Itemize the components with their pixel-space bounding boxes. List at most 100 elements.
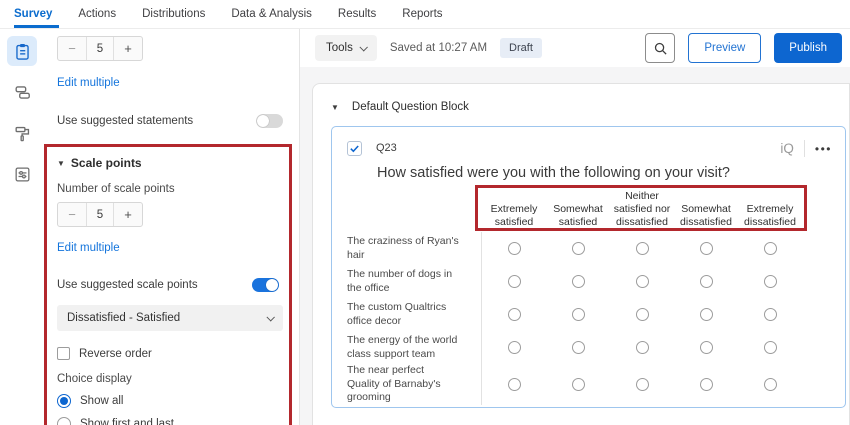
autosave-status: Saved at 10:27 AM xyxy=(390,42,487,54)
matrix-radio[interactable] xyxy=(572,378,585,391)
scale-points-section-header[interactable]: ▼ Scale points xyxy=(57,156,279,170)
chevron-down-icon xyxy=(359,43,367,51)
edit-multiple-scale-points-link[interactable]: Edit multiple xyxy=(57,242,120,254)
question-card-q23[interactable]: Q23 iQ ••• How satisfied were you with t… xyxy=(331,126,846,408)
main-area: Tools Saved at 10:27 AM Draft Preview Pu… xyxy=(300,29,850,425)
tools-label: Tools xyxy=(326,42,353,54)
tools-menu-button[interactable]: Tools xyxy=(315,35,377,61)
matrix-radio[interactable] xyxy=(700,242,713,255)
use-suggested-scale-points-toggle[interactable] xyxy=(252,278,279,292)
matrix-radio[interactable] xyxy=(764,275,777,288)
reverse-order-label: Reverse order xyxy=(79,348,152,360)
survey-toolbar: Tools Saved at 10:27 AM Draft Preview Pu… xyxy=(300,29,850,67)
matrix-radio[interactable] xyxy=(700,275,713,288)
survey-options-icon[interactable] xyxy=(7,159,37,189)
qualtrics-survey-editor: Survey Actions Distributions Data & Anal… xyxy=(0,0,850,425)
matrix-radio[interactable] xyxy=(764,242,777,255)
question-block-container: ▼ Default Question Block Q23 xyxy=(312,83,850,425)
tab-results[interactable]: Results xyxy=(325,0,389,28)
matrix-radio[interactable] xyxy=(636,308,649,321)
matrix-column-header[interactable]: Somewhat dissatisfied xyxy=(674,187,738,232)
use-suggested-statements-label: Use suggested statements xyxy=(57,115,193,127)
matrix-radio[interactable] xyxy=(636,378,649,391)
tab-reports[interactable]: Reports xyxy=(389,0,455,28)
search-icon xyxy=(653,41,668,56)
matrix-column-header[interactable]: Extremely dissatisfied xyxy=(738,187,802,232)
survey-builder-icon[interactable] xyxy=(7,36,37,66)
tab-survey[interactable]: Survey xyxy=(14,0,65,28)
tab-actions[interactable]: Actions xyxy=(65,0,129,28)
matrix-radio[interactable] xyxy=(636,275,649,288)
statements-count-value[interactable]: 5 xyxy=(86,37,114,60)
matrix-radio[interactable] xyxy=(700,378,713,391)
choice-display-label: Choice display xyxy=(57,373,279,385)
search-button[interactable] xyxy=(645,33,675,63)
show-all-row: Show all xyxy=(57,394,279,408)
matrix-radio[interactable] xyxy=(572,275,585,288)
matrix-radio[interactable] xyxy=(572,341,585,354)
show-first-last-row: Show first and last xyxy=(57,417,279,425)
scale-points-plus-button[interactable]: + xyxy=(114,203,142,226)
matrix-statement[interactable]: The craziness of Ryan's hair xyxy=(347,232,482,265)
publish-button[interactable]: Publish xyxy=(774,33,842,63)
number-of-scale-points-label: Number of scale points xyxy=(57,183,279,195)
use-suggested-scale-points-label: Use suggested scale points xyxy=(57,279,198,291)
matrix-radio[interactable] xyxy=(764,378,777,391)
scale-points-minus-button[interactable]: − xyxy=(58,203,86,226)
statements-minus-button[interactable]: − xyxy=(58,37,86,60)
top-nav: Survey Actions Distributions Data & Anal… xyxy=(0,0,850,29)
matrix-column-header[interactable]: Neither satisfied nor dissatisfied xyxy=(610,187,674,232)
matrix-radio[interactable] xyxy=(572,308,585,321)
matrix-statement[interactable]: The near perfect Quality of Barnaby's gr… xyxy=(347,364,482,405)
matrix-radio[interactable] xyxy=(508,275,521,288)
scale-points-annotation-box: ▼ Scale points Number of scale points − … xyxy=(44,144,292,425)
draft-status-badge: Draft xyxy=(500,38,542,58)
matrix-radio[interactable] xyxy=(636,242,649,255)
matrix-statement[interactable]: The number of dogs in the office xyxy=(347,265,482,298)
iq-score-button[interactable]: iQ xyxy=(780,141,794,156)
matrix-radio[interactable] xyxy=(508,378,521,391)
matrix-radio[interactable] xyxy=(636,341,649,354)
matrix-statement[interactable]: The energy of the world class support te… xyxy=(347,331,482,364)
matrix-radio[interactable] xyxy=(572,242,585,255)
matrix-column-header[interactable]: Extremely satisfied xyxy=(482,187,546,232)
reverse-order-row: Reverse order xyxy=(57,347,279,360)
matrix-radio[interactable] xyxy=(764,308,777,321)
matrix-statement[interactable]: The custom Qualtrics office decor xyxy=(347,298,482,331)
statements-plus-button[interactable]: + xyxy=(114,37,142,60)
scale-points-count-value[interactable]: 5 xyxy=(86,203,114,226)
survey-flow-icon[interactable] xyxy=(7,77,37,107)
matrix-radio[interactable] xyxy=(508,308,521,321)
matrix-radio[interactable] xyxy=(700,308,713,321)
preview-button[interactable]: Preview xyxy=(688,33,761,63)
question-text[interactable]: How satisfied were you with the followin… xyxy=(377,165,845,181)
matrix-radio[interactable] xyxy=(508,242,521,255)
block-header[interactable]: ▼ Default Question Block xyxy=(331,101,849,113)
edit-multiple-statements-link[interactable]: Edit multiple xyxy=(57,77,120,89)
use-suggested-statements-toggle[interactable] xyxy=(256,114,283,128)
question-id: Q23 xyxy=(376,142,397,154)
reverse-order-checkbox[interactable] xyxy=(57,347,70,360)
question-header: Q23 xyxy=(347,138,845,158)
tab-distributions[interactable]: Distributions xyxy=(129,0,218,28)
chevron-down-icon xyxy=(266,313,274,321)
checkmark-icon xyxy=(349,143,360,154)
show-first-last-radio[interactable] xyxy=(57,417,71,425)
matrix-row: The custom Qualtrics office decor xyxy=(347,298,845,331)
show-first-last-label: Show first and last xyxy=(80,418,174,425)
look-and-feel-icon[interactable] xyxy=(7,118,37,148)
matrix-column-header[interactable]: Somewhat satisfied xyxy=(546,187,610,232)
matrix-row: The number of dogs in the office xyxy=(347,265,845,298)
matrix-header-row: Extremely satisfied Somewhat satisfied N… xyxy=(347,187,845,232)
matrix-radio[interactable] xyxy=(764,341,777,354)
show-all-radio[interactable] xyxy=(57,394,71,408)
scale-points-preset-dropdown[interactable]: Dissatisfied - Satisfied xyxy=(57,305,283,331)
matrix-row: The craziness of Ryan's hair xyxy=(347,232,845,265)
question-select-checkbox[interactable] xyxy=(347,141,362,156)
matrix-radio[interactable] xyxy=(508,341,521,354)
question-menu-button[interactable]: ••• xyxy=(815,142,832,156)
matrix-table: Extremely satisfied Somewhat satisfied N… xyxy=(347,187,845,397)
collapse-arrow-icon: ▼ xyxy=(57,159,65,168)
matrix-radio[interactable] xyxy=(700,341,713,354)
tab-data-analysis[interactable]: Data & Analysis xyxy=(218,0,325,28)
